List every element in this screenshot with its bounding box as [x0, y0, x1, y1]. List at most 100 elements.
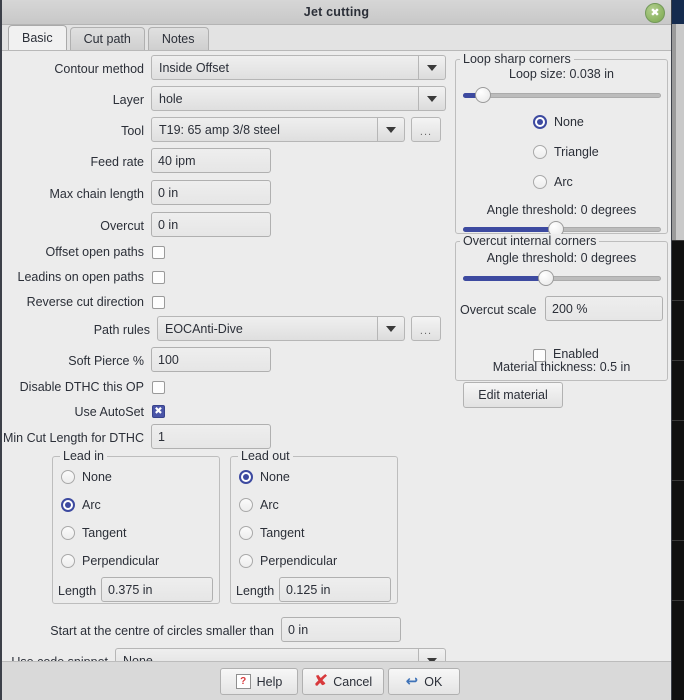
lead-out-arc-label: Arc — [260, 498, 279, 512]
cancel-button[interactable]: ✘ Cancel — [302, 668, 384, 695]
min-cut-length-input[interactable]: 1 — [151, 424, 271, 449]
loop-size-text: Loop size: 0.038 in — [509, 67, 614, 81]
chevron-down-icon[interactable] — [378, 316, 405, 341]
offset-open-paths-label: Offset open paths — [45, 245, 144, 259]
leadins-on-open-paths-label: Leadins on open paths — [17, 270, 145, 284]
lead-out-tangent-radio[interactable] — [239, 526, 253, 540]
min-cut-length-label: Min Cut Length for DTHC — [2, 431, 144, 445]
path-rules-value: EOCAnti-Dive — [157, 316, 378, 341]
window-title: Jet cutting — [303, 5, 370, 19]
tab-basic[interactable]: Basic — [8, 25, 67, 50]
lead-in-arc-label: Arc — [82, 498, 101, 512]
reverse-cut-direction-label: Reverse cut direction — [26, 295, 144, 309]
tool-value: T19: 65 amp 3/8 steel — [151, 117, 378, 142]
tab-notes[interactable]: Notes — [147, 27, 209, 50]
disable-dthc-label: Disable DTHC this OP — [19, 380, 144, 394]
lead-in-arc-radio[interactable] — [61, 498, 75, 512]
overcut-scale-label: Overcut scale — [460, 303, 537, 317]
jet-cutting-dialog: Jet cutting ✖ Basic Cut path Notes Conto… — [0, 0, 672, 700]
loop-angle-threshold-text: Angle threshold: 0 degrees — [486, 203, 637, 217]
lead-out-perpendicular-label: Perpendicular — [260, 554, 338, 568]
disable-dthc-checkbox[interactable] — [152, 381, 165, 394]
contour-method-value: Inside Offset — [151, 55, 419, 80]
chevron-down-icon[interactable] — [419, 55, 446, 80]
layer-combo[interactable]: hole — [151, 86, 446, 111]
close-x-icon: ✘ — [312, 672, 329, 690]
loop-size-slider-thumb[interactable] — [475, 87, 491, 103]
lead-out-title: Lead out — [238, 449, 293, 463]
start-centre-input[interactable]: 0 in — [281, 617, 401, 642]
overcut-angle-threshold-slider[interactable] — [463, 270, 661, 286]
loop-size-slider[interactable] — [463, 87, 661, 103]
cancel-button-label: Cancel — [333, 674, 373, 689]
overcut-label: Overcut — [100, 219, 144, 233]
lead-out-tangent-label: Tangent — [260, 526, 305, 540]
loop-none-radio[interactable] — [533, 115, 547, 129]
lead-in-length-input[interactable]: 0.375 in — [101, 577, 213, 602]
chevron-down-icon[interactable] — [378, 117, 405, 142]
tool-combo[interactable]: T19: 65 amp 3/8 steel — [151, 117, 405, 142]
tool-browse-button[interactable]: ... — [411, 117, 441, 142]
lead-out-none-label: None — [260, 470, 290, 484]
lead-in-perpendicular-radio[interactable] — [61, 554, 75, 568]
lead-in-length-label: Length — [58, 584, 97, 598]
lead-out-length-input[interactable]: 0.125 in — [279, 577, 391, 602]
path-rules-label: Path rules — [93, 323, 150, 337]
feed-rate-input[interactable]: 40 ipm — [151, 148, 271, 173]
layer-value: hole — [151, 86, 419, 111]
overcut-input[interactable]: 0 in — [151, 212, 271, 237]
path-rules-browse-button[interactable]: ... — [411, 316, 441, 341]
loop-none-label: None — [554, 115, 584, 129]
feed-rate-label: Feed rate — [90, 155, 144, 169]
use-autoset-checkbox[interactable]: ✖ — [152, 405, 165, 418]
loop-triangle-radio[interactable] — [533, 145, 547, 159]
overcut-angle-slider-fill — [463, 276, 546, 281]
tab-strip: Basic Cut path Notes — [2, 25, 671, 51]
help-button-label: Help — [256, 674, 283, 689]
lead-in-tangent-label: Tangent — [82, 526, 127, 540]
use-autoset-label: Use AutoSet — [74, 405, 145, 419]
path-rules-combo[interactable]: EOCAnti-Dive — [157, 316, 405, 341]
lead-in-none-radio[interactable] — [61, 470, 75, 484]
soft-pierce-input[interactable]: 100 — [151, 347, 271, 372]
max-chain-length-input[interactable]: 0 in — [151, 180, 271, 205]
loop-triangle-label: Triangle — [554, 145, 599, 159]
lead-out-none-radio[interactable] — [239, 470, 253, 484]
contour-method-combo[interactable]: Inside Offset — [151, 55, 446, 80]
material-thickness-text: Material thickness: 0.5 in — [492, 360, 631, 374]
dialog-footer: ? Help ✘ Cancel ↩ OK — [2, 661, 671, 700]
overcut-enabled-label: Enabled — [553, 347, 599, 361]
overcut-scale-input[interactable]: 200 % — [545, 296, 663, 321]
chevron-down-icon[interactable] — [419, 86, 446, 111]
tool-label: Tool — [121, 124, 144, 138]
loop-angle-slider-fill — [463, 227, 556, 232]
leadins-on-open-paths-checkbox[interactable] — [152, 271, 165, 284]
tab-cut-path[interactable]: Cut path — [69, 27, 145, 50]
lead-in-perpendicular-label: Perpendicular — [82, 554, 160, 568]
loop-arc-radio[interactable] — [533, 175, 547, 189]
lead-in-title: Lead in — [60, 449, 108, 463]
overcut-internal-corners-title: Overcut internal corners — [460, 234, 600, 248]
ok-button[interactable]: ↩ OK — [388, 668, 460, 695]
loop-size-slider-track — [463, 93, 661, 98]
start-centre-label: Start at the centre of circles smaller t… — [50, 624, 274, 638]
ok-button-label: OK — [424, 674, 443, 689]
enter-arrow-icon: ↩ — [405, 673, 419, 690]
layer-label: Layer — [112, 93, 144, 107]
close-icon[interactable]: ✖ — [645, 3, 665, 23]
basic-tab-panel: Contour method Inside Offset Layer hole … — [2, 51, 671, 673]
offset-open-paths-checkbox[interactable] — [152, 246, 165, 259]
overcut-angle-threshold-text: Angle threshold: 0 degrees — [486, 251, 637, 265]
lead-in-tangent-radio[interactable] — [61, 526, 75, 540]
edit-material-button[interactable]: Edit material — [463, 382, 563, 408]
soft-pierce-label: Soft Pierce % — [68, 354, 144, 368]
loop-arc-label: Arc — [554, 175, 573, 189]
lead-out-length-label: Length — [236, 584, 275, 598]
loop-sharp-corners-title: Loop sharp corners — [460, 52, 574, 66]
lead-out-perpendicular-radio[interactable] — [239, 554, 253, 568]
lead-out-arc-radio[interactable] — [239, 498, 253, 512]
overcut-angle-slider-thumb[interactable] — [538, 270, 554, 286]
title-bar: Jet cutting ✖ — [2, 0, 671, 25]
help-button[interactable]: ? Help — [220, 668, 298, 695]
reverse-cut-direction-checkbox[interactable] — [152, 296, 165, 309]
